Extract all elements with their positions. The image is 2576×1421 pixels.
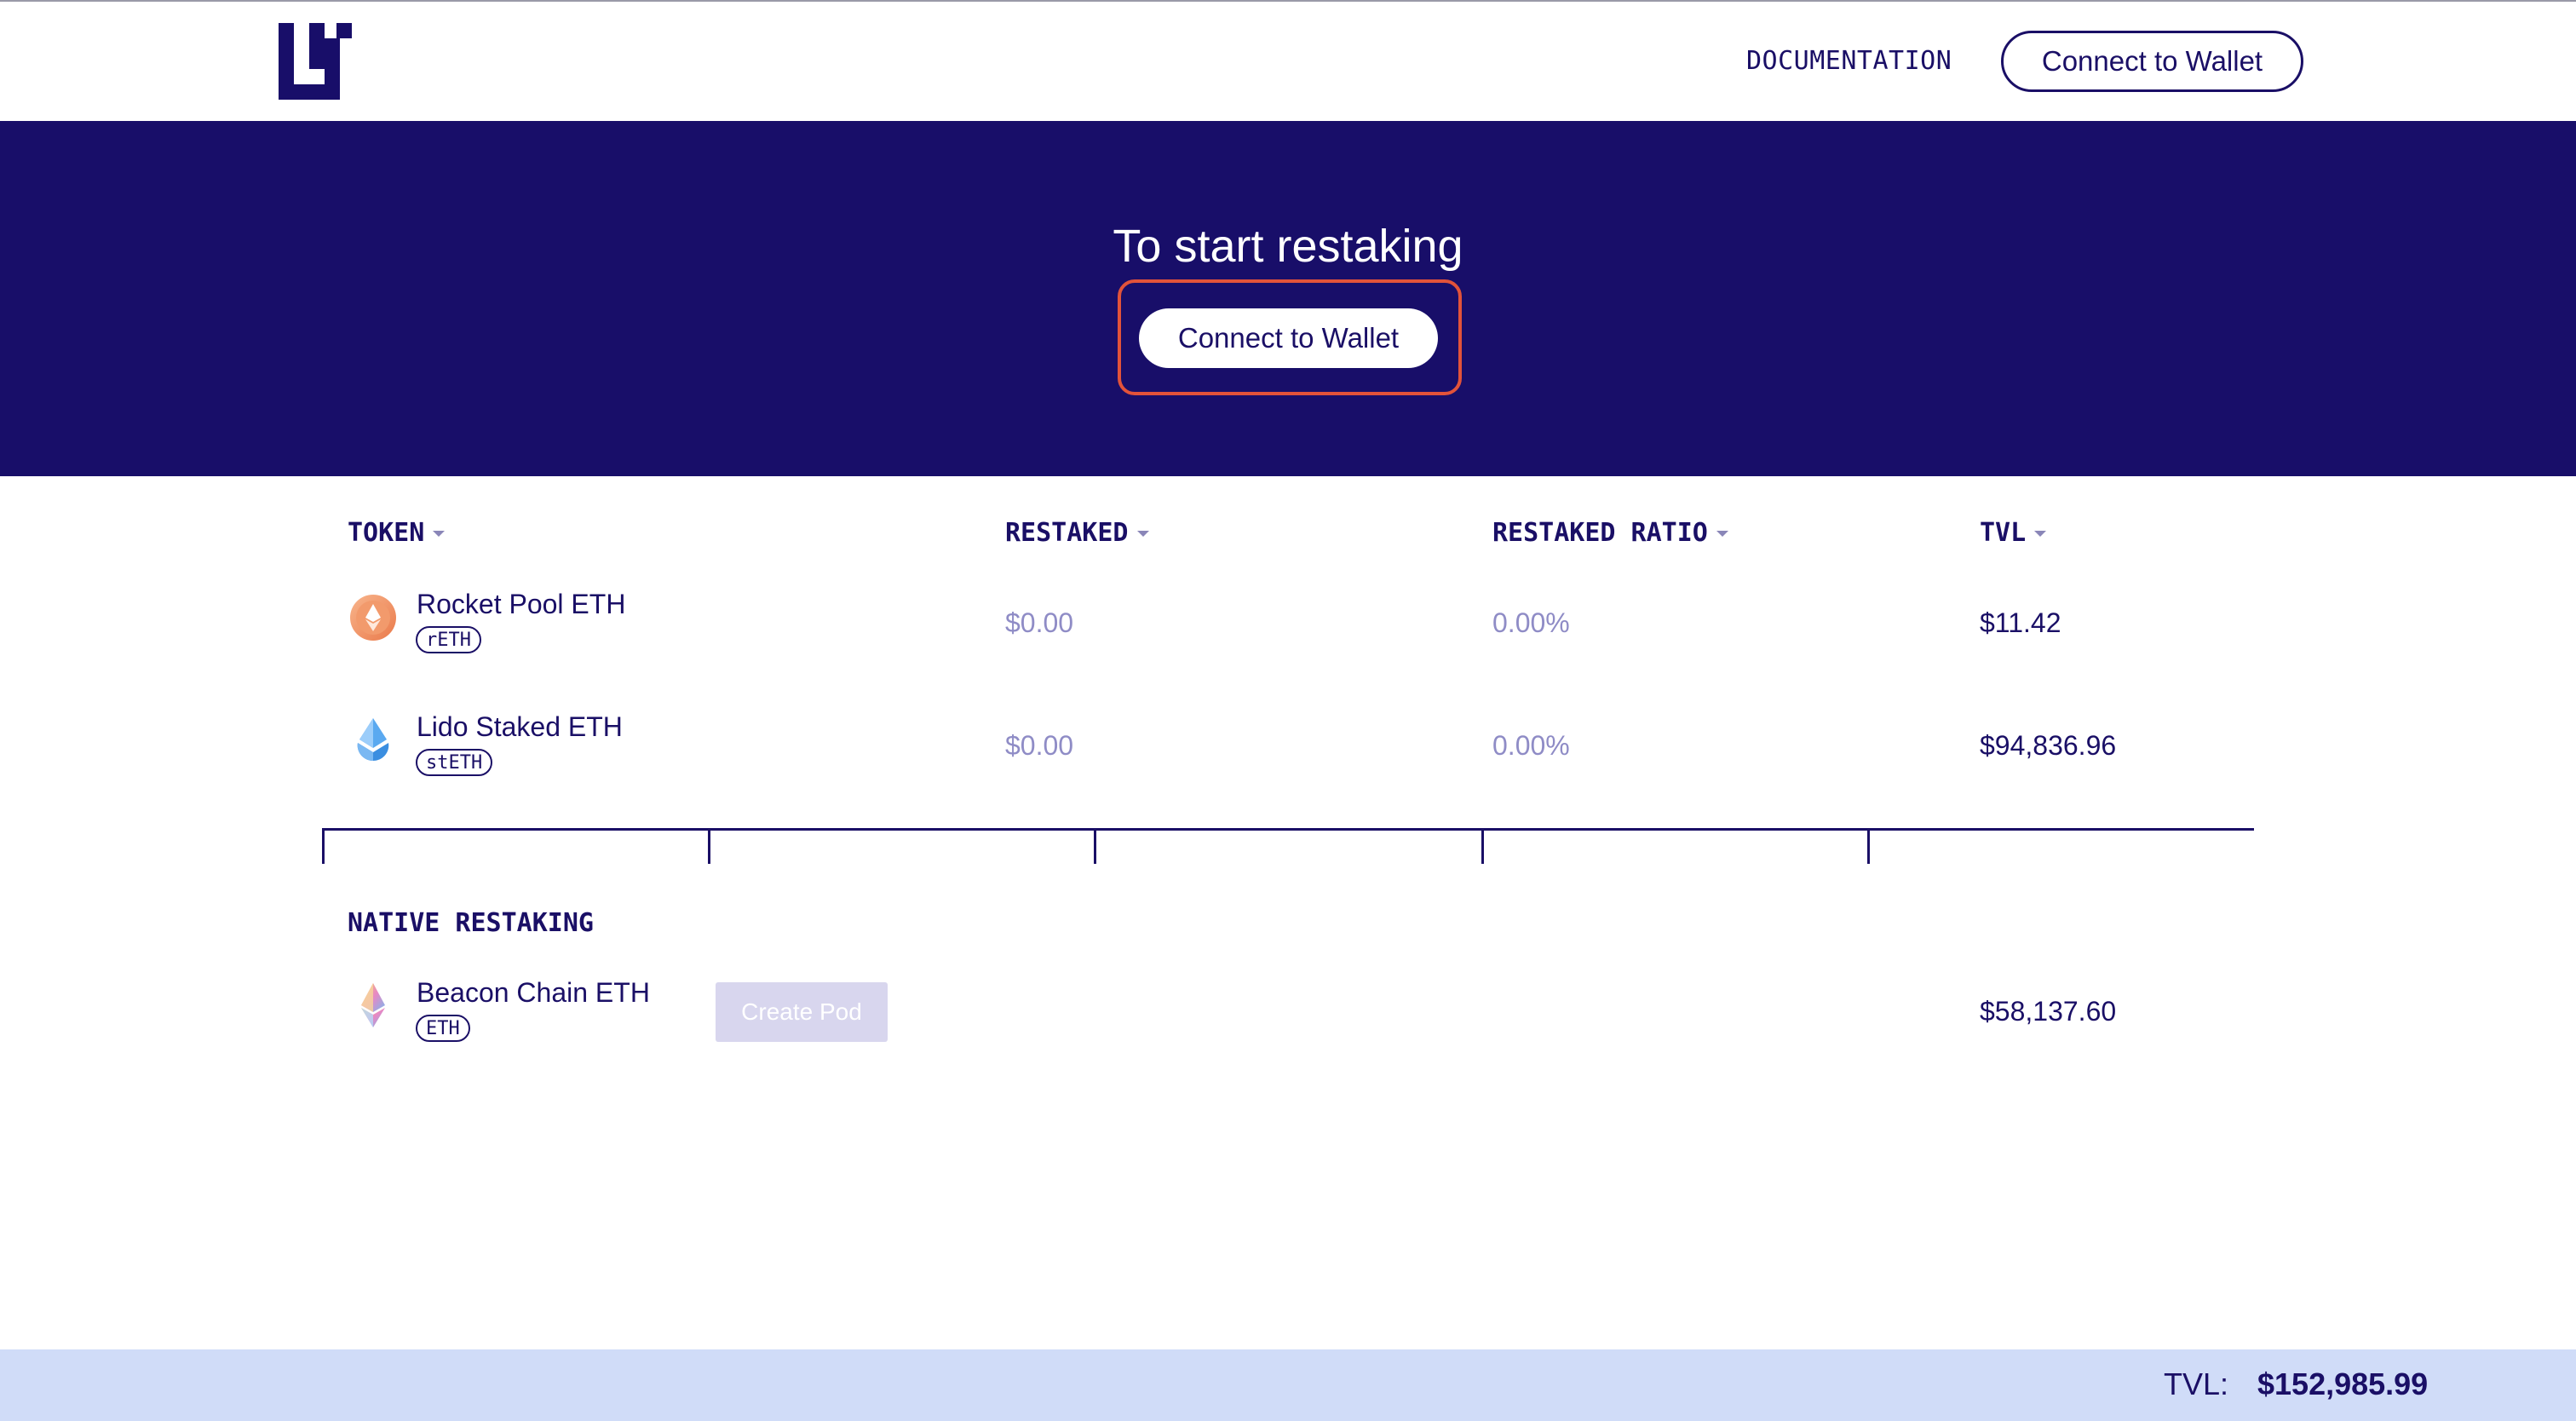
divider-tick [1094, 828, 1096, 864]
hero-banner: To start restaking Connect to Wallet [0, 121, 2576, 476]
footer-tvl-value: $152,985.99 [2257, 1366, 2429, 1401]
documentation-link[interactable]: DOCUMENTATION [1746, 46, 1952, 76]
token-symbol-badge: ETH [416, 1015, 470, 1042]
footer-tvl-bar: TVL: $152,985.99 [0, 1349, 2576, 1421]
tvl-value: $94,836.96 [1980, 730, 2117, 761]
native-restaking-title: NATIVE RESTAKING [348, 908, 594, 938]
beacon-chain-eth-icon [361, 983, 385, 1027]
footer-tvl-label: TVL: [2164, 1366, 2229, 1401]
token-symbol-badge: stETH [416, 749, 493, 776]
restaked-value: $0.00 [1005, 607, 1074, 638]
tvl-value: $58,137.60 [1980, 996, 2117, 1027]
rocket-pool-eth-icon [350, 595, 396, 641]
token-name: Lido Staked ETH [417, 711, 623, 742]
divider-tick [1481, 828, 1484, 864]
top-navbar: DOCUMENTATION Connect to Wallet [0, 2, 2576, 121]
lido-steth-icon [357, 718, 389, 761]
hero-connect-wallet-button[interactable]: Connect to Wallet [1139, 308, 1438, 368]
sort-caret-icon [1136, 531, 1149, 537]
eigenlayer-logo-icon[interactable] [279, 23, 352, 100]
column-header-token[interactable]: TOKEN [348, 518, 446, 548]
section-divider [322, 828, 2254, 831]
sort-caret-icon [2034, 531, 2047, 537]
column-header-tvl[interactable]: TVL [1980, 518, 2047, 548]
hero-title: To start restaking [1113, 221, 1463, 272]
tvl-value: $11.42 [1980, 607, 2061, 638]
restaked-value: $0.00 [1005, 730, 1074, 761]
create-pod-button[interactable]: Create Pod [716, 982, 888, 1042]
sort-caret-icon [433, 531, 446, 537]
restaked-ratio-value: 0.00% [1492, 607, 1570, 638]
restaked-ratio-value: 0.00% [1492, 730, 1570, 761]
divider-tick [1867, 828, 1870, 864]
column-header-restaked-ratio[interactable]: RESTAKED RATIO [1492, 518, 1728, 548]
column-header-restaked[interactable]: RESTAKED [1005, 518, 1149, 548]
token-symbol-badge: rETH [416, 626, 481, 653]
divider-tick [708, 828, 710, 864]
divider-tick [322, 828, 325, 864]
token-name: Beacon Chain ETH [417, 977, 650, 1008]
sort-caret-icon [1716, 531, 1728, 537]
header-connect-wallet-button[interactable]: Connect to Wallet [2001, 31, 2303, 92]
token-name: Rocket Pool ETH [417, 589, 626, 619]
